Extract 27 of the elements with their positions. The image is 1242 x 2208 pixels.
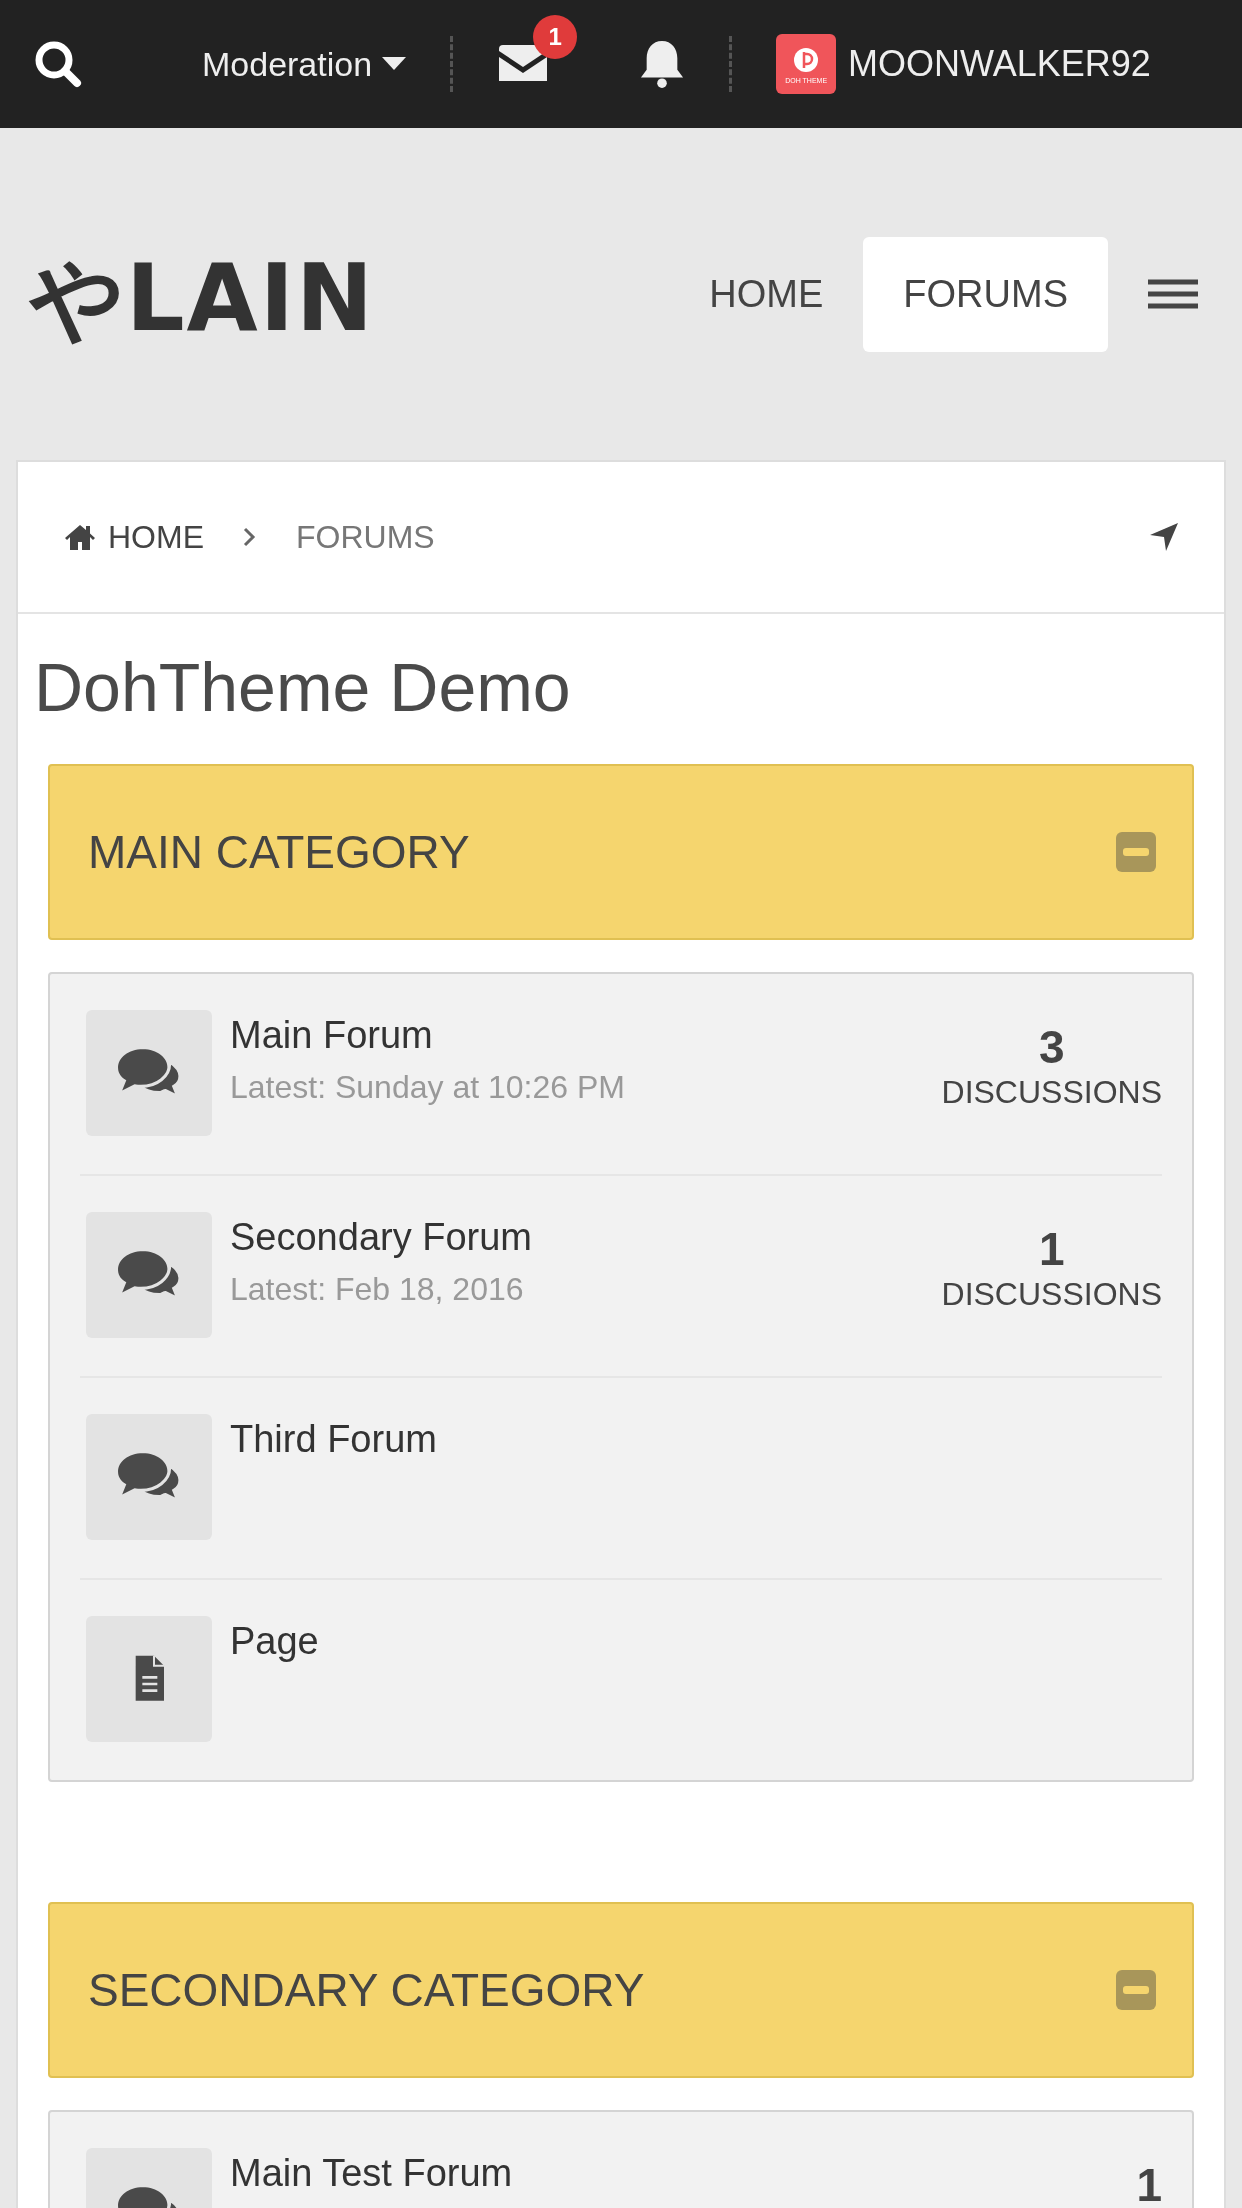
latest-post-text: Latest: Feb 18, 2016 [230, 1271, 525, 1308]
discussions-label: DISCUSSIONS [941, 1276, 1162, 1313]
page-title: DohTheme Demo [34, 648, 572, 726]
nav-tab[interactable]: HOME [669, 236, 864, 352]
category-title[interactable]: SECONDARY CATEGORY [88, 1963, 645, 2017]
discussions-label: DISCUSSIONS [941, 1074, 1162, 1111]
category-title[interactable]: MAIN CATEGORY [88, 825, 470, 879]
unread-badge: 1 [533, 15, 578, 59]
forum-link[interactable]: Main Test Forum [230, 2152, 513, 2195]
location-arrow-icon[interactable] [1148, 521, 1180, 553]
forum-link[interactable]: Secondary Forum [230, 1216, 532, 1259]
breadcrumb-link[interactable]: HOME [64, 518, 204, 556]
breadcrumb-link[interactable]: FORUMS [296, 518, 435, 556]
home-icon [64, 523, 96, 551]
moderation-menu[interactable]: Moderation [202, 44, 407, 84]
discussion-count: 1 [1038, 1222, 1065, 1276]
forum-link[interactable]: Third Forum [230, 1418, 437, 1461]
menu-icon[interactable] [1148, 279, 1198, 309]
discussion-count: 1 [1136, 2158, 1162, 2208]
site-logo[interactable]: やLAIN [30, 237, 376, 361]
nav-tab[interactable]: FORUMS [863, 236, 1108, 352]
forum-link[interactable]: Page [230, 1620, 319, 1663]
chevron-icon [242, 526, 258, 548]
forum-link[interactable]: Main Forum [230, 1014, 625, 1057]
discussion-count: 3 [1038, 1020, 1065, 1074]
latest-post-text: Latest: Sunday at 10:26 PM [230, 1069, 625, 1106]
caret-icon [382, 57, 407, 71]
